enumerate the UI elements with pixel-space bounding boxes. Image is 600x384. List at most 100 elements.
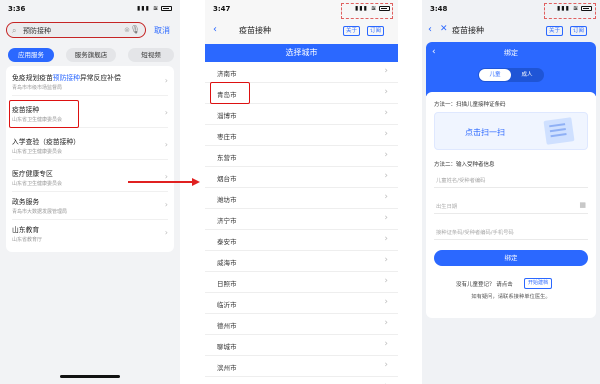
close-icon[interactable]: ✕ bbox=[440, 24, 448, 34]
bind-form-card: 方法一：扫描儿童接种证条码 点击扫一扫 方法二：输入受种者信息 儿童姓名/受种者… bbox=[426, 92, 596, 318]
list-item[interactable]: 入学查验（疫苗接种） 山东省卫生健康委员会 › bbox=[12, 132, 168, 160]
field-placeholder: 儿童姓名/受种者编码 bbox=[436, 178, 486, 184]
chevron-right-icon: › bbox=[164, 140, 168, 149]
subscribe-button[interactable]: 订阅 bbox=[367, 26, 385, 36]
bind-header: ‹ 绑定 儿童 成人 bbox=[426, 42, 596, 96]
city-name: 泰安市 bbox=[217, 238, 237, 246]
chevron-right-icon: › bbox=[164, 76, 168, 85]
city-list: 济南市 › 青岛市 › 淄博市 › 枣庄市 › 东营市 › 烟台市 › 潍坊市 › 济宁市 › 泰安市 › 威海市 ›… bbox=[205, 62, 398, 384]
city-item[interactable]: 德州市 › bbox=[205, 314, 398, 335]
list-item-subtitle: 青岛市市级市场监督局 bbox=[12, 85, 63, 91]
certificate-code-field[interactable]: 接种证条码/受种者编码/手机号码 bbox=[434, 224, 588, 240]
scan-text: 点击扫一扫 bbox=[465, 128, 505, 137]
city-item[interactable]: 聊城市 › bbox=[205, 335, 398, 356]
chevron-right-icon: › bbox=[384, 129, 388, 139]
back-icon[interactable]: ‹ bbox=[428, 24, 432, 35]
child-name-field[interactable]: 儿童姓名/受种者编码 bbox=[434, 172, 588, 188]
document-icon bbox=[543, 117, 575, 145]
highlight-box bbox=[341, 3, 393, 19]
tab-short-videos[interactable]: 短视频 bbox=[128, 48, 174, 62]
phone-city-screen: 3:47 ▮▮▮ ≋ ‹ 疫苗接种 关于 订阅 选择城市 济南市 › 青岛市 › 淄博市… bbox=[205, 0, 398, 384]
city-name: 临沂市 bbox=[217, 301, 237, 309]
list-item[interactable]: 医疗健康专区 山东省卫生健康委员会 › bbox=[12, 164, 168, 192]
city-name: 聊城市 bbox=[217, 343, 237, 351]
city-item[interactable]: 威海市 › bbox=[205, 251, 398, 272]
tab-flagship-stores[interactable]: 服务旗舰店 bbox=[66, 48, 116, 62]
city-name: 威海市 bbox=[217, 259, 237, 267]
city-item[interactable]: 泰安市 › bbox=[205, 230, 398, 251]
cancel-button[interactable]: 取消 bbox=[154, 25, 170, 36]
city-name: 东营市 bbox=[217, 154, 237, 162]
list-item-subtitle: 山东省卫生健康委员会 bbox=[12, 181, 63, 187]
seg-child[interactable]: 儿童 bbox=[479, 69, 511, 81]
list-item[interactable]: 山东教育 山东省教育厅 › bbox=[12, 220, 168, 248]
chevron-right-icon: › bbox=[164, 172, 168, 181]
chevron-right-icon: › bbox=[164, 228, 168, 237]
bind-header-title: 绑定 bbox=[504, 49, 518, 57]
city-name: 滨州市 bbox=[217, 364, 237, 372]
back-icon[interactable]: ‹ bbox=[213, 24, 217, 35]
field-placeholder: 接种证条码/受种者编码/手机号码 bbox=[436, 230, 514, 236]
scan-button[interactable]: 点击扫一扫 bbox=[434, 112, 588, 150]
highlight-box bbox=[544, 3, 596, 19]
page-title: 疫苗接种 bbox=[239, 26, 271, 35]
seg-adult[interactable]: 成人 bbox=[511, 69, 543, 81]
method-one-label: 方法一：扫描儿童接种证条码 bbox=[434, 102, 506, 108]
city-item[interactable]: 日照市 › bbox=[205, 272, 398, 293]
chevron-right-icon: › bbox=[384, 360, 388, 370]
list-item[interactable]: 免疫规划疫苗预防接种异常反应补偿 青岛市市级市场监督局 › bbox=[12, 68, 168, 96]
chevron-right-icon: › bbox=[384, 108, 388, 118]
city-name: 济南市 bbox=[217, 70, 237, 78]
chevron-right-icon: › bbox=[384, 213, 388, 223]
calendar-icon[interactable]: ▦ bbox=[579, 201, 586, 209]
search-icon: ⌕ bbox=[12, 26, 17, 35]
about-button[interactable]: 关于 bbox=[343, 26, 361, 36]
city-item[interactable]: 枣庄市 › bbox=[205, 125, 398, 146]
nav-bar: ‹ ✕ 疫苗接种 关于 订阅 bbox=[422, 20, 600, 40]
city-item[interactable]: 菏泽市› bbox=[205, 377, 398, 384]
city-item[interactable]: 东营市 › bbox=[205, 146, 398, 167]
chevron-right-icon: › bbox=[384, 255, 388, 265]
city-item[interactable]: 淄博市 › bbox=[205, 104, 398, 125]
city-item[interactable]: 烟台市 › bbox=[205, 167, 398, 188]
phone-search-screen: 3:36 ▮▮▮ ≋ ⌕ 预防接种 ⊗ 🎙 取消 应用服务 服务旗舰店 短视频 … bbox=[0, 0, 180, 384]
city-name: 潍坊市 bbox=[217, 196, 237, 204]
chevron-right-icon: › bbox=[384, 192, 388, 202]
chevron-right-icon: › bbox=[384, 171, 388, 181]
list-item-subtitle: 山东省教育厅 bbox=[12, 237, 43, 243]
chevron-right-icon: › bbox=[384, 339, 388, 349]
city-item[interactable]: 临沂市 › bbox=[205, 293, 398, 314]
list-item-title: 政务服务 bbox=[12, 198, 40, 206]
subscribe-button[interactable]: 订阅 bbox=[570, 26, 588, 36]
chevron-right-icon: › bbox=[384, 66, 388, 76]
choose-city-header: 选择城市 bbox=[205, 44, 398, 62]
city-name: 济宁市 bbox=[217, 217, 237, 225]
city-name: 烟台市 bbox=[217, 175, 237, 183]
search-tabs: 应用服务 服务旗舰店 短视频 bbox=[6, 48, 176, 62]
city-item[interactable]: 济宁市 › bbox=[205, 209, 398, 230]
list-item[interactable]: 政务服务 青岛市大数据发展管理局 › bbox=[12, 192, 168, 220]
city-item[interactable]: 济南市 › bbox=[205, 62, 398, 83]
city-item[interactable]: 滨州市 › bbox=[205, 356, 398, 377]
home-indicator bbox=[60, 375, 120, 378]
mic-icon[interactable]: 🎙 bbox=[130, 25, 140, 34]
help-text: 如有疑问，请联系接种单位医生。 bbox=[471, 294, 551, 300]
chevron-right-icon: › bbox=[384, 234, 388, 244]
birth-date-field[interactable]: 出生日期 ▦ bbox=[434, 198, 588, 214]
signal-wifi-battery-icon: ▮▮▮ ≋ bbox=[137, 5, 172, 12]
bind-button[interactable]: 绑定 bbox=[434, 250, 588, 266]
start-registration-button[interactable]: 开始建档 bbox=[524, 278, 553, 289]
about-button[interactable]: 关于 bbox=[546, 26, 564, 36]
chevron-right-icon: › bbox=[384, 87, 388, 97]
tab-app-services[interactable]: 应用服务 bbox=[8, 48, 54, 62]
chevron-right-icon: › bbox=[384, 297, 388, 307]
list-item-title: 免疫规划疫苗预防接种异常反应补偿 bbox=[12, 74, 121, 82]
chevron-right-icon: › bbox=[164, 200, 168, 209]
city-item[interactable]: 潍坊市 › bbox=[205, 188, 398, 209]
chevron-right-icon: › bbox=[384, 150, 388, 160]
highlight-box bbox=[9, 100, 79, 128]
chevron-right-icon: › bbox=[384, 276, 388, 286]
highlight-box bbox=[210, 82, 250, 104]
list-item-subtitle: 青岛市大数据发展管理局 bbox=[12, 209, 68, 215]
search-input[interactable]: ⌕ 预防接种 ⊗ 🎙 bbox=[6, 22, 146, 38]
